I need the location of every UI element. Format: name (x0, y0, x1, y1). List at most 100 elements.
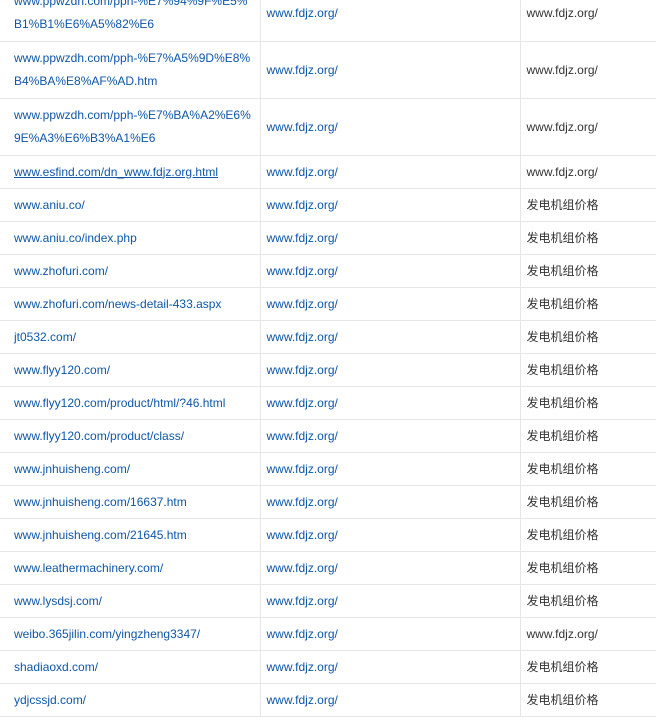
table-row: www.jnhuisheng.com/16637.htm www.fdjz.org… (0, 485, 656, 519)
anchor-text-cell: www.fdjz.org/ (520, 0, 656, 42)
target-url-cell: www.fdjz.org/ (260, 221, 521, 255)
source-url-link[interactable]: weibo.365jilin.com/yingzheng3347/ (14, 627, 200, 641)
target-url-link[interactable]: www.fdjz.org/ (267, 198, 338, 212)
target-url-cell: www.fdjz.org/ (260, 353, 521, 387)
anchor-text-cell: 发电机组价格 (520, 518, 656, 552)
target-url-link[interactable]: www.fdjz.org/ (267, 165, 338, 179)
source-url-cell: weibo.365jilin.com/yingzheng3347/ (0, 617, 261, 651)
anchor-text: 发电机组价格 (526, 362, 599, 377)
source-url-cell: www.jnhuisheng.com/ (0, 452, 261, 486)
source-url-link[interactable]: www.leathermachinery.com/ (14, 561, 163, 575)
source-url-link[interactable]: www.jnhuisheng.com/21645.htm (14, 528, 187, 542)
anchor-text-cell: 发电机组价格 (520, 419, 656, 453)
source-url-link[interactable]: www.zhofuri.com/ (14, 264, 108, 278)
source-url-cell: www.ppwzdh.com/pph-%E7%A5%9D%E8%B4%BA%E8… (0, 41, 261, 99)
source-url-link[interactable]: www.ppwzdh.com/pph-%E7%BA%A2%E6%9E%A3%E6… (14, 108, 251, 145)
anchor-text: 发电机组价格 (526, 659, 599, 674)
anchor-text: 发电机组价格 (526, 263, 599, 278)
target-url-link[interactable]: www.fdjz.org/ (267, 6, 338, 20)
anchor-text: 发电机组价格 (526, 593, 599, 608)
target-url-cell: www.fdjz.org/ (260, 287, 521, 321)
source-url-link[interactable]: www.lysdsj.com/ (14, 594, 102, 608)
target-url-link[interactable]: www.fdjz.org/ (267, 429, 338, 443)
table-row: www.flyy120.com/product/html/?46.html www… (0, 386, 656, 420)
table-row: www.ppwzdh.com/pph-%E7%BA%A2%E6%9E%A3%E6… (0, 98, 656, 156)
anchor-text: 发电机组价格 (526, 395, 599, 410)
source-url-link[interactable]: www.ppwzdh.com/pph-%E7%94%9F%E5%B1%B1%E6… (14, 0, 247, 31)
target-url-link[interactable]: www.fdjz.org/ (267, 693, 338, 707)
anchor-text-cell: 发电机组价格 (520, 188, 656, 222)
anchor-text-cell: www.fdjz.org/ (520, 617, 656, 651)
source-url-cell: www.leathermachinery.com/ (0, 551, 261, 585)
target-url-cell: www.fdjz.org/ (260, 551, 521, 585)
anchor-text-cell: 发电机组价格 (520, 287, 656, 321)
anchor-text: www.fdjz.org/ (526, 626, 598, 641)
source-url-link[interactable]: www.aniu.co/index.php (14, 231, 137, 245)
table-row: www.zhofuri.com/www.fdjz.org/发电机组价格 (0, 254, 656, 288)
target-url-link[interactable]: www.fdjz.org/ (267, 396, 338, 410)
target-url-link[interactable]: www.fdjz.org/ (267, 297, 338, 311)
anchor-text: www.fdjz.org/ (526, 164, 598, 179)
anchor-text: 发电机组价格 (526, 692, 599, 707)
backlinks-table-viewport: www.ppwzdh.com/pph-%E7%94%9F%E5%B1%B1%E6… (0, 0, 656, 727)
target-url-link[interactable]: www.fdjz.org/ (267, 561, 338, 575)
source-url-cell: jt0532.com/ (0, 320, 261, 354)
table-row: www.ppwzdh.com/pph-%E7%A5%9D%E8%B4%BA%E8… (0, 41, 656, 99)
table-row: www.flyy120.com/www.fdjz.org/发电机组价格 (0, 353, 656, 387)
target-url-link[interactable]: www.fdjz.org/ (267, 231, 338, 245)
target-url-cell: www.fdjz.org/ (260, 0, 521, 42)
anchor-text-cell: 发电机组价格 (520, 485, 656, 519)
target-url-link[interactable]: www.fdjz.org/ (267, 495, 338, 509)
source-url-cell: shadiaoxd.com/ (0, 650, 261, 684)
source-url-cell: www.flyy120.com/product/class/ (0, 419, 261, 453)
table-row: jt0532.com/www.fdjz.org/发电机组价格 (0, 320, 656, 354)
target-url-cell: www.fdjz.org/ (260, 419, 521, 453)
source-url-link[interactable]: www.jnhuisheng.com/16637.htm (14, 495, 187, 509)
source-url-link[interactable]: www.ppwzdh.com/pph-%E7%A5%9D%E8%B4%BA%E8… (14, 51, 250, 88)
source-url-link[interactable]: www.flyy120.com/product/class/ (14, 429, 184, 443)
source-url-link[interactable]: www.zhofuri.com/news-detail-433.aspx (14, 297, 221, 311)
target-url-link[interactable]: www.fdjz.org/ (267, 63, 338, 77)
anchor-text-cell: 发电机组价格 (520, 221, 656, 255)
source-url-cell: www.zhofuri.com/ (0, 254, 261, 288)
source-url-cell: ydjcssjd.com/ (0, 683, 261, 717)
source-url-cell: www.jnhuisheng.com/21645.htm (0, 518, 261, 552)
target-url-cell: www.fdjz.org/ (260, 41, 521, 99)
source-url-cell: www.jnhuisheng.com/16637.htm (0, 485, 261, 519)
source-url-link[interactable]: www.jnhuisheng.com/ (14, 462, 130, 476)
target-url-cell: www.fdjz.org/ (260, 683, 521, 717)
target-url-link[interactable]: www.fdjz.org/ (267, 660, 338, 674)
target-url-link[interactable]: www.fdjz.org/ (267, 528, 338, 542)
anchor-text: www.fdjz.org/ (526, 62, 598, 77)
source-url-cell: www.ppwzdh.com/pph-%E7%BA%A2%E6%9E%A3%E6… (0, 98, 261, 156)
table-row: www.ppwzdh.com/pph-%E7%94%9F%E5%B1%B1%E6… (0, 0, 656, 42)
anchor-text: 发电机组价格 (526, 494, 599, 509)
source-url-link[interactable]: jt0532.com/ (14, 330, 76, 344)
target-url-link[interactable]: www.fdjz.org/ (267, 120, 338, 134)
source-url-link[interactable]: www.esfind.com/dn_www.fdjz.org.html (14, 165, 218, 179)
target-url-link[interactable]: www.fdjz.org/ (267, 627, 338, 641)
target-url-cell: www.fdjz.org/ (260, 155, 521, 189)
target-url-link[interactable]: www.fdjz.org/ (267, 594, 338, 608)
table-row: ydjcssjd.com/www.fdjz.org/发电机组价格 (0, 683, 656, 717)
source-url-link[interactable]: www.flyy120.com/ (14, 363, 110, 377)
target-url-cell: www.fdjz.org/ (260, 617, 521, 651)
source-url-link[interactable]: www.aniu.co/ (14, 198, 85, 212)
anchor-text-cell: 发电机组价格 (520, 584, 656, 618)
backlinks-table-body: www.ppwzdh.com/pph-%E7%94%9F%E5%B1%B1%E6… (0, 0, 656, 717)
anchor-text-cell: www.fdjz.org/ (520, 155, 656, 189)
anchor-text-cell: www.fdjz.org/ (520, 98, 656, 156)
target-url-link[interactable]: www.fdjz.org/ (267, 330, 338, 344)
anchor-text-cell: 发电机组价格 (520, 452, 656, 486)
source-url-cell: www.flyy120.com/ (0, 353, 261, 387)
anchor-text: www.fdjz.org/ (526, 5, 598, 20)
anchor-text-cell: 发电机组价格 (520, 386, 656, 420)
target-url-link[interactable]: www.fdjz.org/ (267, 462, 338, 476)
target-url-link[interactable]: www.fdjz.org/ (267, 264, 338, 278)
source-url-link[interactable]: www.flyy120.com/product/html/?46.html (14, 396, 225, 410)
source-url-link[interactable]: ydjcssjd.com/ (14, 693, 86, 707)
target-url-link[interactable]: www.fdjz.org/ (267, 363, 338, 377)
anchor-text: 发电机组价格 (526, 461, 599, 476)
source-url-link[interactable]: shadiaoxd.com/ (14, 660, 98, 674)
source-url-cell: www.aniu.co/index.php (0, 221, 261, 255)
